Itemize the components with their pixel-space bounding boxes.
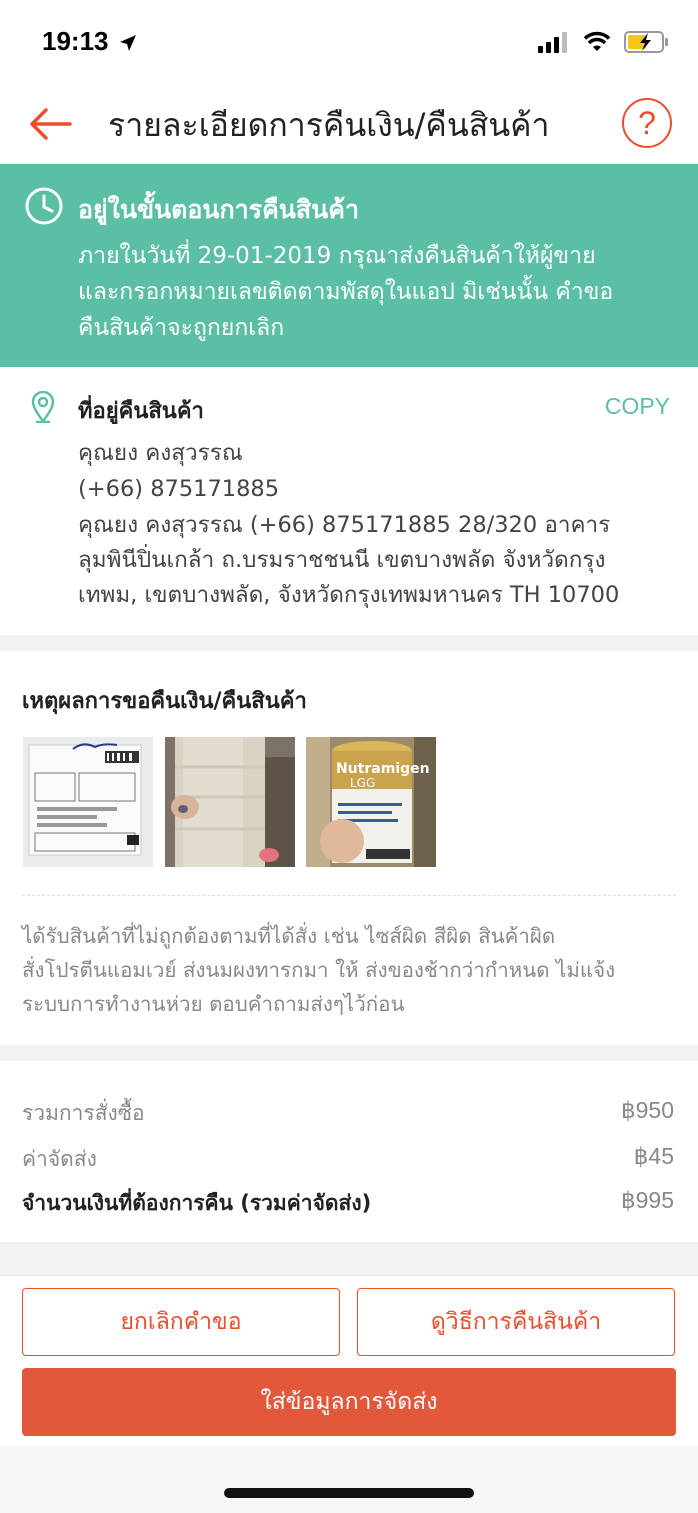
refund-amount-value: ฿995 <box>620 1187 674 1213</box>
address-line: เทพม, เขตบางพลัด, จังหวัดกรุงเทพมหานคร T… <box>78 582 620 608</box>
can-sub-text: LGG <box>350 776 375 790</box>
reason-line: สั่งโปรตีนแอมเวย์ ส่งนมผงทารกมา ให้ ส่งข… <box>22 958 616 982</box>
banner-line: คืนสินค้าจะถูกยกเลิก <box>78 315 285 341</box>
reason-line: ได้รับสินค้าที่ไม่ถูกต้องตามที่ได้สั่ง เ… <box>22 924 556 948</box>
dashed-divider <box>22 895 676 896</box>
shipping-row: ค่าจัดส่ง ฿45 <box>22 1143 674 1176</box>
reason-description: ได้รับสินค้าที่ไม่ถูกต้องตามที่ได้สั่ง เ… <box>22 919 682 1021</box>
banner-line: ภายในวันที่ 29-01-2019 กรุณาส่งคืนสินค้า… <box>78 243 596 269</box>
how-to-return-button[interactable]: ดูวิธีการคืนสินค้า <box>357 1288 675 1356</box>
location-arrow-icon <box>120 35 136 51</box>
shipping-label: ค่าจัดส่ง <box>22 1147 97 1171</box>
cellular-signal-icon <box>538 32 567 53</box>
return-status-banner: อยู่ในขั้นตอนการคืนสินค้า ภายในวันที่ 29… <box>0 164 698 367</box>
reason-line: ระบบการทำงานห่วย ตอบคำถามส่งๆไว้ก่อน <box>22 992 405 1016</box>
evidence-photo-box[interactable] <box>165 737 295 867</box>
status-time: 19:13 <box>42 26 109 56</box>
recipient-name: คุณยง คงสุวรรณ <box>78 440 243 466</box>
order-total-value: ฿950 <box>620 1097 674 1123</box>
page-title: รายละเอียดการคืนเงิน/คืนสินค้า <box>108 106 550 144</box>
address-line: คุณยง คงสุวรรณ (+66) 875171885 28/320 อา… <box>78 512 611 538</box>
back-arrow-icon[interactable] <box>26 102 74 146</box>
return-address-section: ที่อยู่คืนสินค้า COPY คุณยง คงสุวรรณ (+6… <box>0 367 698 635</box>
home-indicator[interactable] <box>224 1488 474 1498</box>
address-line: ลุมพินีปิ่นเกล้า ถ.บรมราชชนนี เขตบางพลัด… <box>78 547 606 573</box>
location-pin-icon <box>31 391 55 423</box>
help-button[interactable]: ? <box>622 98 672 148</box>
return-address-title: ที่อยู่คืนสินค้า <box>78 399 204 424</box>
evidence-photo-label[interactable] <box>23 737 153 867</box>
wifi-icon <box>583 31 611 51</box>
refund-summary: รวมการสั่งซื้อ ฿950 ค่าจัดส่ง ฿45 จำนวนเ… <box>0 1061 698 1242</box>
banner-title: อยู่ในขั้นตอนการคืนสินค้า <box>78 195 360 224</box>
shipping-value: ฿45 <box>633 1143 674 1169</box>
reason-title: เหตุผลการขอคืนเงิน/คืนสินค้า <box>22 689 307 714</box>
return-reason-section: เหตุผลการขอคืนเงิน/คืนสินค้า Nutramigen … <box>0 651 698 1045</box>
refund-amount-label: จำนวนเงินที่ต้องการคืน (รวมค่าจัดส่ง) <box>22 1191 372 1215</box>
home-indicator-area <box>0 1446 698 1513</box>
page-header: รายละเอียดการคืนเงิน/คืนสินค้า ? <box>0 84 698 164</box>
cancel-request-button[interactable]: ยกเลิกคำขอ <box>22 1288 340 1356</box>
refund-amount-row: จำนวนเงินที่ต้องการคืน (รวมค่าจัดส่ง) ฿9… <box>22 1187 674 1220</box>
banner-line: และกรอกหมายเลขติดตามพัสดุในแอป มิเช่นนั้… <box>78 279 614 305</box>
status-bar: 19:13 <box>0 0 698 84</box>
banner-message: ภายในวันที่ 29-01-2019 กรุณาส่งคืนสินค้า… <box>78 238 668 346</box>
enter-shipping-info-button[interactable]: ใส่ข้อมูลการจัดส่ง <box>22 1368 676 1436</box>
battery-charging-icon <box>624 31 668 53</box>
order-total-label: รวมการสั่งซื้อ <box>22 1101 145 1125</box>
action-bar: ยกเลิกคำขอ ดูวิธีการคืนสินค้า ใส่ข้อมูลก… <box>0 1275 698 1447</box>
copy-address-button[interactable]: COPY <box>605 393 670 420</box>
can-brand-text: Nutramigen <box>336 761 430 777</box>
clock-icon <box>25 187 63 225</box>
order-total-row: รวมการสั่งซื้อ ฿950 <box>22 1097 674 1130</box>
recipient-phone: (+66) 875171885 <box>78 476 280 502</box>
evidence-photo-can[interactable]: Nutramigen LGG <box>306 737 436 867</box>
